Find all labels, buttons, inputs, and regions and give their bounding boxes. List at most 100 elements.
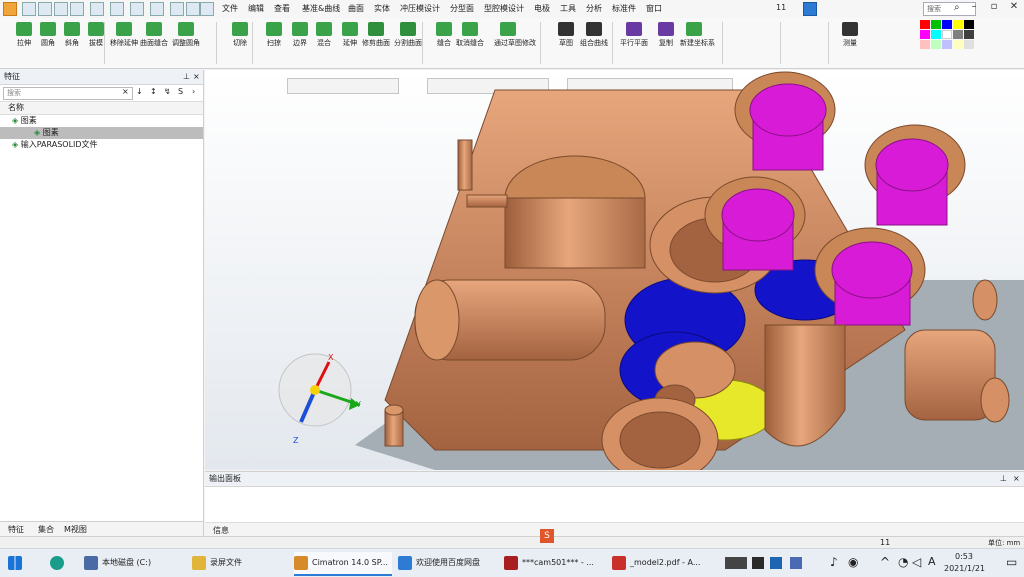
- screen-icon[interactable]: [186, 2, 200, 16]
- ime-indicator-icon[interactable]: A: [928, 555, 936, 568]
- maximize-button[interactable]: ▫: [986, 1, 1002, 15]
- tree-item[interactable]: ◈ 图素: [0, 115, 203, 127]
- ribbon-button-15[interactable]: 取消缝合: [456, 20, 484, 48]
- menu-9[interactable]: 电极: [534, 3, 550, 14]
- ribbon-button-13[interactable]: 分割曲面: [394, 20, 422, 48]
- ribbon-button-20[interactable]: 复制: [652, 20, 680, 48]
- ribbon-button-16[interactable]: 通过草图修改: [494, 20, 536, 48]
- redo-icon[interactable]: [150, 2, 164, 16]
- ribbon-label: 分割曲面: [394, 39, 422, 47]
- menu-10[interactable]: 工具: [560, 3, 576, 14]
- menu-2[interactable]: 查看: [274, 3, 290, 14]
- ribbon-button-7[interactable]: 切除: [226, 20, 254, 48]
- ribbon-button-14[interactable]: 缝合: [430, 20, 458, 48]
- menu-7[interactable]: 分型面: [450, 3, 474, 14]
- close-icon[interactable]: ×: [1013, 472, 1020, 486]
- wechat-icon[interactable]: ◉: [848, 555, 858, 569]
- menu-4[interactable]: 曲面: [348, 3, 364, 14]
- save-icon[interactable]: [22, 2, 36, 16]
- ribbon-button-18[interactable]: 组合曲线: [580, 20, 608, 48]
- menu-6[interactable]: 冲压模设计: [400, 3, 440, 14]
- close-button[interactable]: ✕: [1006, 1, 1022, 15]
- open-folder-icon[interactable]: [38, 2, 52, 16]
- ribbon-button-8[interactable]: 扫掠: [260, 20, 288, 48]
- ribbon-button-17[interactable]: 草图: [552, 20, 580, 48]
- menu-3[interactable]: 基准&曲线: [302, 3, 340, 14]
- left-tab[interactable]: M视图: [64, 524, 87, 535]
- display-mode-icon[interactable]: [90, 2, 104, 16]
- menu-0[interactable]: 文件: [222, 3, 238, 14]
- ribbon-button-21[interactable]: 新建坐标系: [680, 20, 715, 48]
- model-canvas[interactable]: [205, 70, 1024, 470]
- speaker-icon[interactable]: ♪: [830, 555, 838, 569]
- minimize-button[interactable]: –: [966, 1, 982, 15]
- pin-icon[interactable]: ⊥: [183, 70, 190, 84]
- volume-icon[interactable]: ◁: [912, 555, 921, 569]
- network-icon[interactable]: ◔: [898, 555, 908, 569]
- taskbar-app[interactable]: Cimatron 14.0 SP...: [294, 552, 392, 576]
- clear-icon[interactable]: ×: [122, 87, 129, 96]
- tray-icon[interactable]: [770, 557, 782, 569]
- edge-browser-button[interactable]: [50, 552, 70, 574]
- clock-time[interactable]: 0:53: [955, 552, 973, 561]
- window-icon[interactable]: [200, 2, 214, 16]
- left-tab[interactable]: 集合: [38, 524, 54, 535]
- notification-icon[interactable]: ▭: [1006, 555, 1017, 569]
- tray-icon[interactable]: [752, 557, 764, 569]
- taskbar-app[interactable]: _model2.pdf - A...: [612, 552, 708, 574]
- ribbon-button-4[interactable]: 移除延伸: [110, 20, 138, 48]
- taskbar-app[interactable]: 录屏文件: [192, 552, 288, 574]
- ribbon-button-3[interactable]: 拔模: [82, 20, 110, 48]
- tree-item[interactable]: ◈ 输入PARASOLID文件: [0, 139, 203, 151]
- start-button[interactable]: [8, 552, 28, 574]
- up-arrow-icon[interactable]: ^: [880, 555, 890, 569]
- color-palette[interactable]: [920, 20, 974, 64]
- tray-icon[interactable]: [725, 557, 747, 569]
- ribbon-button-5[interactable]: 曲面缝合: [140, 20, 168, 48]
- ribbon-toolbar: 拉伸 圆角 斜角 拔模 移除延伸 曲面缝合 调整圆角 切除 扫掠 边界 混合 延伸 修剪曲面 分割曲面 缝合…: [0, 18, 1024, 69]
- tab-info[interactable]: 信息: [213, 525, 229, 536]
- sort-icon[interactable]: ↯: [164, 87, 171, 96]
- new-file-icon[interactable]: [54, 2, 68, 16]
- ribbon-label: 修剪曲面: [362, 39, 390, 47]
- filter-input[interactable]: 搜索: [3, 87, 133, 100]
- menu-12[interactable]: 标准件: [612, 3, 636, 14]
- search-icon[interactable]: ⌕: [954, 2, 960, 13]
- tree-item[interactable]: ◈ 图素: [0, 127, 203, 139]
- ribbon-icon: [342, 22, 358, 36]
- clock-date[interactable]: 2021/1/21: [944, 564, 985, 573]
- menu-5[interactable]: 实体: [374, 3, 390, 14]
- ribbon-button-12[interactable]: 修剪曲面: [362, 20, 390, 48]
- ribbon-button-19[interactable]: 平行平面: [620, 20, 648, 48]
- ribbon-button-11[interactable]: 延伸: [336, 20, 364, 48]
- 3d-viewport[interactable]: X Y Z: [205, 70, 1024, 470]
- settings-icon[interactable]: S: [178, 87, 183, 96]
- more-icon[interactable]: ›: [192, 87, 195, 96]
- menu-1[interactable]: 编辑: [248, 3, 264, 14]
- ribbon-icon: [292, 22, 308, 36]
- menu-11[interactable]: 分析: [586, 3, 602, 14]
- taskbar-app[interactable]: 本地磁盘 (C:): [84, 552, 184, 574]
- ribbon-label: 通过草图修改: [494, 39, 536, 47]
- print-icon[interactable]: [70, 2, 84, 16]
- pin-icon[interactable]: ⊥: [1000, 472, 1007, 486]
- ribbon-button-22[interactable]: 测量: [836, 20, 864, 48]
- windows-icon[interactable]: [8, 555, 22, 570]
- undo-icon[interactable]: [130, 2, 144, 16]
- taskbar-app[interactable]: 欢迎使用百度网盘: [398, 552, 498, 574]
- close-icon[interactable]: ×: [193, 70, 200, 84]
- left-tab[interactable]: 特征: [8, 524, 24, 535]
- menu-8[interactable]: 型腔模设计: [484, 3, 524, 14]
- ribbon-button-6[interactable]: 调整圆角: [172, 20, 200, 48]
- taskbar-app[interactable]: ***cam501*** - ...: [504, 552, 602, 574]
- ime-icon[interactable]: S: [540, 529, 554, 543]
- layout-icon[interactable]: [803, 2, 817, 16]
- render-icon[interactable]: [110, 2, 124, 16]
- refresh-icon[interactable]: [170, 2, 184, 16]
- ribbon-label: 新建坐标系: [680, 39, 715, 47]
- tray-icon[interactable]: [790, 557, 802, 569]
- expand-icon[interactable]: ↕: [150, 87, 157, 96]
- filter-icon[interactable]: ↓: [136, 87, 143, 96]
- menu-13[interactable]: 窗口: [646, 3, 662, 14]
- ribbon-button-10[interactable]: 混合: [310, 20, 338, 48]
